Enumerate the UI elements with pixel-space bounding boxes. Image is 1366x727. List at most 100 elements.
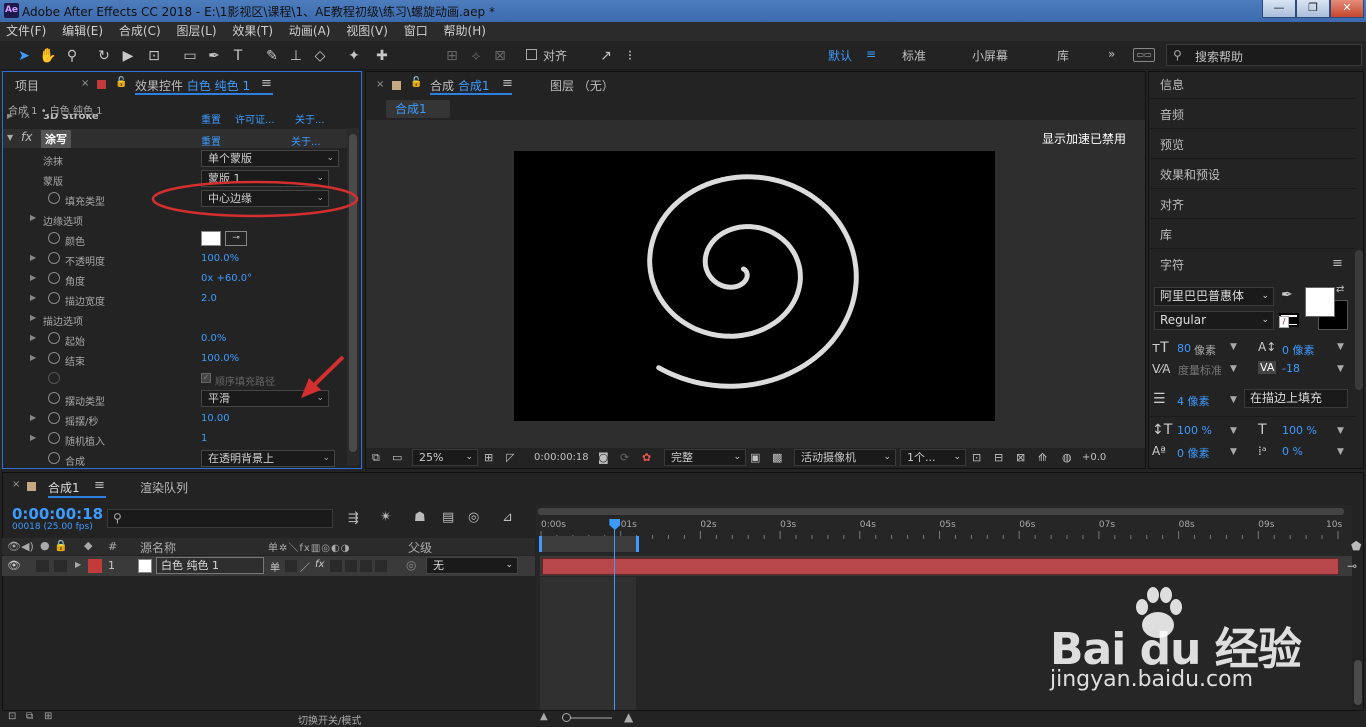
puppet-tool-icon[interactable]: ✚ (372, 46, 392, 66)
transparency-grid-icon[interactable]: ▩ (772, 451, 782, 464)
comp-mini-flowchart-icon[interactable]: ⇶ (348, 511, 359, 526)
close-tab-icon[interactable]: × (376, 79, 384, 90)
close-tab-icon[interactable]: × (12, 479, 20, 490)
zoom-dropdown[interactable]: 25% ⌄ (412, 449, 478, 466)
workspace-menu-icon[interactable]: ≡ (866, 47, 876, 61)
eye-icon[interactable]: 👁 (7, 559, 21, 572)
panel-menu-icon[interactable]: ≡ (1332, 256, 1343, 271)
leading-value[interactable]: 0 像素 (1282, 342, 1315, 358)
frame-blending-icon[interactable]: ▤ (442, 510, 454, 525)
column-parent[interactable]: 父级 (408, 539, 432, 556)
video-toggle-icon[interactable]: 👁 (7, 540, 21, 553)
shy-switch-icon[interactable]: 单 (270, 559, 280, 574)
library-panel-tab[interactable]: 库 (1160, 226, 1172, 243)
menu-layer[interactable]: 图层(L) (170, 22, 222, 41)
hand-tool-icon[interactable]: ✋ (38, 46, 58, 66)
eraser-tool-icon[interactable]: ◇ (310, 46, 330, 66)
pen-tool-icon[interactable]: ✒ (204, 46, 224, 66)
rotate-tool-icon[interactable]: ↻ (94, 46, 114, 66)
minimize-button[interactable]: — (1262, 0, 1296, 18)
monitor-icon[interactable]: ▭ (392, 451, 402, 464)
adjustment-switch[interactable] (360, 560, 372, 572)
motion-blur-icon[interactable]: ◎ (468, 510, 479, 525)
roi-icon[interactable]: ▣ (750, 451, 760, 464)
fill-color-swatch[interactable] (1305, 287, 1335, 317)
parent-dropdown[interactable]: 无 ⌄ (426, 557, 518, 574)
label-icon[interactable]: ◆ (84, 539, 92, 552)
collapse-switch[interactable] (285, 560, 297, 572)
camera-dropdown[interactable]: 活动摄像机 ⌄ (794, 449, 896, 466)
effects-presets-panel-tab[interactable]: 效果和预设 (1160, 166, 1220, 183)
current-time-indicator[interactable] (614, 522, 616, 712)
stroke-mode-dropdown[interactable]: 在描边上填充 (1244, 389, 1348, 408)
font-style-dropdown[interactable]: Regular ⌄ (1154, 311, 1274, 330)
snapshot-icon[interactable]: ◙ (598, 451, 609, 464)
viewer-area[interactable]: 显示加速已禁用 (366, 120, 1145, 448)
roto-brush-tool-icon[interactable]: ✦ (344, 46, 364, 66)
work-area-bar[interactable] (539, 536, 639, 552)
frame-blend-switch[interactable] (330, 560, 342, 572)
tab-composition[interactable]: 合成 合成1 (430, 77, 489, 94)
views-dropdown[interactable]: 1个... ⌄ (900, 449, 966, 466)
world-axis-icon[interactable]: ⟡ (466, 46, 486, 66)
graph-editor-icon[interactable]: ⊿ (502, 510, 513, 525)
menu-file[interactable]: 文件(F) (0, 22, 52, 41)
comp-subtab[interactable]: 合成1 (386, 100, 450, 118)
sync-settings-icon[interactable]: ▭▭ (1133, 48, 1155, 62)
stroke-width-value[interactable]: 4 像素 (1177, 393, 1210, 409)
workspace-small-screen[interactable]: 小屏幕 (972, 47, 1008, 64)
chevron-down-icon[interactable]: ▼ (1230, 395, 1237, 405)
show-snapshot-icon[interactable]: ⟳ (620, 451, 629, 464)
local-axis-icon[interactable]: ⊞ (442, 46, 462, 66)
mask-visibility-icon[interactable]: ◸ (506, 451, 514, 464)
menu-animation[interactable]: 动画(A) (283, 22, 337, 41)
draft-3d-icon[interactable]: ✴ (380, 509, 392, 525)
menu-window[interactable]: 窗口 (398, 22, 434, 41)
exposure-value[interactable]: +0.0 (1082, 452, 1106, 463)
character-panel-scrollbar[interactable] (1355, 250, 1363, 390)
lock-icon[interactable]: 🔓 (410, 77, 422, 88)
effect-switch-icon[interactable]: fx (315, 559, 324, 570)
selection-tool-icon[interactable]: ➤ (14, 46, 34, 66)
chevron-down-icon[interactable]: ▼ (1337, 342, 1344, 352)
info-panel-tab[interactable]: 信息 (1160, 76, 1184, 93)
menu-effect[interactable]: 效果(T) (226, 22, 279, 41)
region-icon[interactable]: ⊞ (484, 451, 493, 464)
layer-search-input[interactable]: ⚲ (107, 509, 333, 528)
lock-switch[interactable] (54, 560, 67, 572)
tab-timeline-comp[interactable]: 合成1 (48, 479, 80, 496)
3d-switch[interactable] (375, 560, 387, 572)
shy-layers-icon[interactable]: ☗ (414, 510, 426, 525)
menu-edit[interactable]: 编辑(E) (56, 22, 109, 41)
panel-menu-icon[interactable]: ≡ (94, 478, 105, 493)
zoom-out-icon[interactable]: ▲ (540, 711, 548, 722)
timeline-scrollbar[interactable] (1354, 660, 1362, 705)
pickwhip-icon[interactable]: ◎ (406, 558, 416, 572)
in-out-icon[interactable]: ⊞ (44, 711, 52, 722)
camera-tool-icon[interactable]: ▶ (118, 46, 138, 66)
pan-behind-tool-icon[interactable]: ⊡ (144, 46, 164, 66)
close-button[interactable]: ✕ (1330, 0, 1364, 18)
chevron-down-icon[interactable]: ▼ (1337, 364, 1344, 374)
snap-icon[interactable]: ↗ (596, 46, 616, 66)
font-size-value[interactable]: 80 (1177, 342, 1191, 355)
comp-button-icon[interactable]: ⊸ (1347, 559, 1357, 573)
zoom-slider-thumb[interactable] (562, 713, 571, 722)
tracking-value[interactable]: -18 (1282, 362, 1300, 375)
preview-panel-tab[interactable]: 预览 (1160, 136, 1184, 153)
menu-view[interactable]: 视图(V) (340, 22, 394, 41)
current-time-display[interactable]: 0:00:00:18 (534, 452, 589, 463)
chevron-down-icon[interactable]: ▼ (1337, 447, 1344, 457)
switches-header-icons[interactable]: 单✲＼fx▥◎◐◑ (268, 539, 350, 554)
flowchart-icon[interactable]: ⟰ (1038, 451, 1047, 464)
chevron-down-icon[interactable]: ▼ (1230, 447, 1237, 457)
chevron-down-icon[interactable]: ▼ (1230, 342, 1237, 352)
chevron-down-icon[interactable]: ▼ (1230, 426, 1237, 436)
layer-duration-bar[interactable] (542, 558, 1339, 575)
baseline-shift-value[interactable]: 0 像素 (1177, 445, 1210, 461)
toggle-pixel-aspect-icon[interactable]: ⊡ (972, 451, 981, 464)
time-navigator[interactable] (538, 508, 1344, 515)
more-workspaces-icon[interactable]: » (1108, 47, 1115, 61)
transfer-controls-icon[interactable]: ⧉ (26, 711, 33, 722)
tab-layer[interactable]: 图层 （无） (550, 77, 614, 94)
